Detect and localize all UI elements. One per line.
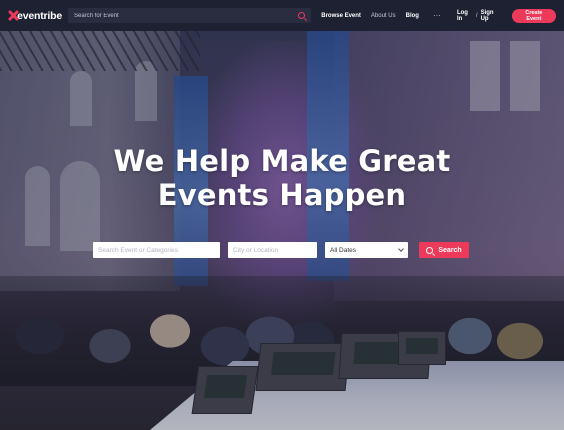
nav-search-input[interactable] xyxy=(74,12,299,19)
search-icon[interactable] xyxy=(298,12,306,19)
top-navbar: eventribe Browse Event About Us Blog ···… xyxy=(0,0,564,31)
more-menu-icon[interactable]: ··· xyxy=(433,11,441,20)
brand-name: eventribe xyxy=(17,9,62,22)
nav-link-blog[interactable]: Blog xyxy=(406,13,419,19)
brand-logo[interactable]: eventribe xyxy=(8,10,62,22)
event-search-form: All Dates Search xyxy=(93,242,469,258)
location-input[interactable] xyxy=(228,242,317,258)
search-button-label: Search xyxy=(438,246,462,254)
hero-background xyxy=(0,31,564,430)
chevron-down-icon xyxy=(398,246,404,252)
nav-links: Browse Event About Us Blog ··· xyxy=(321,11,441,20)
nav-search-box xyxy=(68,8,312,23)
signup-link[interactable]: Sign Up xyxy=(481,10,501,22)
keyword-search-input[interactable] xyxy=(93,242,220,258)
auth-separator: / xyxy=(475,12,478,19)
auth-links: Log In / Sign Up xyxy=(457,10,501,22)
dates-select[interactable]: All Dates xyxy=(325,242,408,258)
search-button[interactable]: Search xyxy=(419,242,469,258)
hero-headline-line1: We Help Make Great xyxy=(113,144,451,178)
nav-link-browse-event[interactable]: Browse Event xyxy=(321,13,361,19)
x-mark-icon xyxy=(8,10,14,21)
search-icon xyxy=(426,246,434,254)
hero-overlay xyxy=(0,31,564,430)
login-link[interactable]: Log In xyxy=(457,10,473,22)
nav-link-about-us[interactable]: About Us xyxy=(371,13,396,19)
create-event-button[interactable]: Create Event xyxy=(511,8,557,23)
dates-select-value: All Dates xyxy=(330,246,357,254)
hero-headline-line2: Events Happen xyxy=(157,178,407,212)
